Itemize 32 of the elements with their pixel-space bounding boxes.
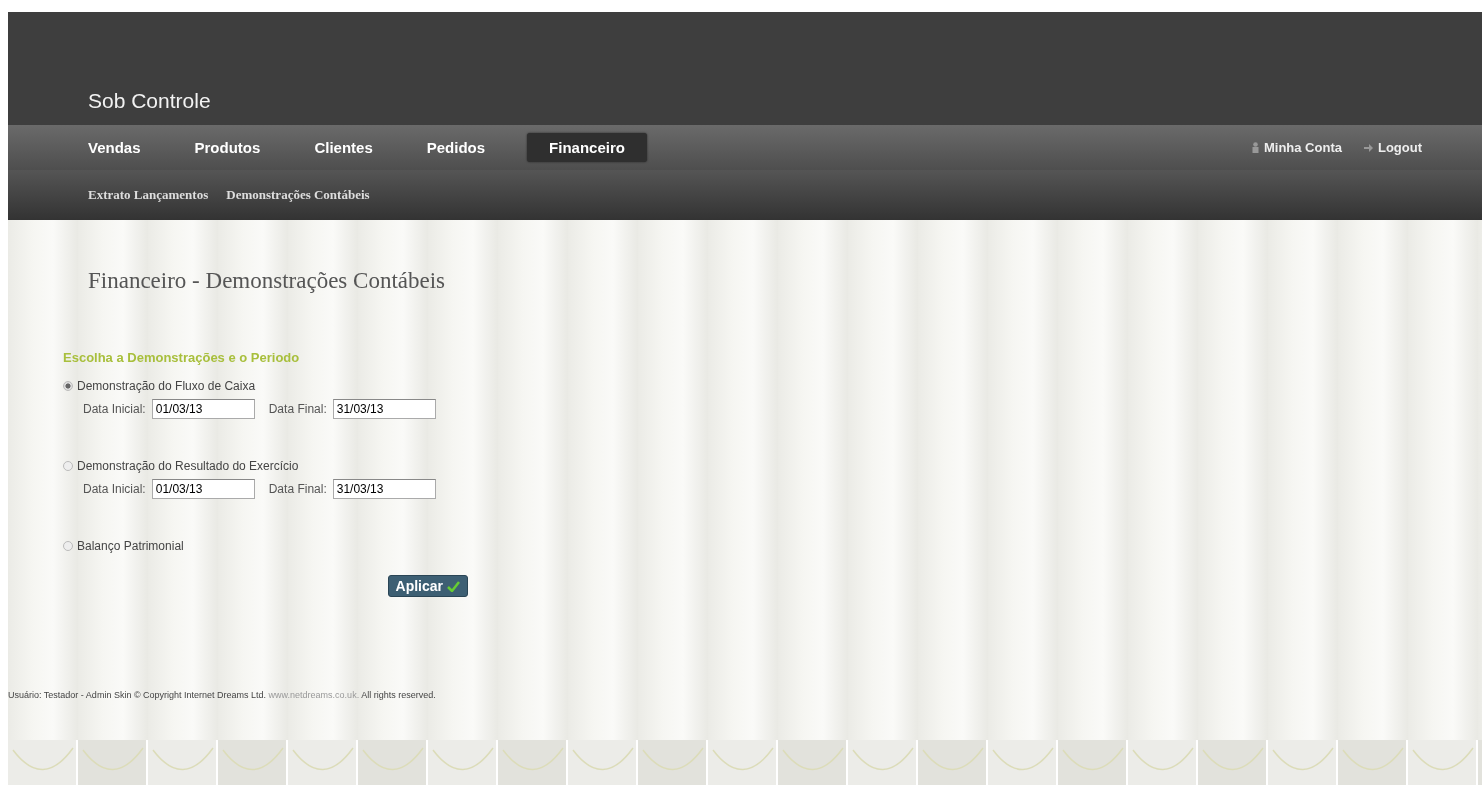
nav-tab[interactable]: Pedidos: [414, 133, 498, 162]
subnav-link[interactable]: Extrato Lançamentos: [88, 187, 209, 203]
date-input[interactable]: 01/03/13: [151, 479, 255, 499]
footer-rights: All rights reserved.: [360, 690, 436, 700]
field-label: Data Inicial:: [83, 482, 146, 496]
radio-label: Demonstração do Resultado do Exercício: [77, 459, 299, 473]
user-icon: [1251, 142, 1259, 153]
account-link[interactable]: Minha Conta: [1251, 140, 1342, 155]
brand-title: Sob Controle: [88, 89, 211, 113]
radio-label: Balanço Patrimonial: [77, 539, 184, 553]
radio-button[interactable]: [63, 461, 73, 471]
section-title: Escolha a Demonstrações e o Periodo: [63, 350, 301, 365]
check-icon: [447, 580, 460, 592]
nav-tab[interactable]: Vendas: [76, 133, 153, 162]
field-label: Data Final:: [268, 482, 327, 496]
footer-text: Usuário: Testador - Admin Skin © Copyright Internet Dreams Ltd.: [8, 690, 268, 700]
arrow-icon: [1363, 143, 1373, 152]
radio-button[interactable]: [63, 381, 73, 391]
date-input[interactable]: 01/03/13: [151, 399, 255, 419]
apply-button[interactable]: Aplicar: [387, 575, 468, 597]
page-title: Financeiro - Demonstrações Contábeis: [88, 268, 447, 294]
field-label: Data Final:: [268, 402, 327, 416]
subnav-link[interactable]: Demonstrações Contábeis: [226, 187, 370, 203]
date-input[interactable]: 31/03/13: [332, 399, 436, 419]
nav-tab[interactable]: Financeiro: [527, 133, 647, 162]
radio-label: Demonstração do Fluxo de Caixa: [77, 379, 256, 393]
field-label: Data Inicial:: [83, 402, 146, 416]
logout-link[interactable]: Logout: [1363, 140, 1422, 155]
radio-button[interactable]: [63, 541, 73, 551]
nav-tab[interactable]: Produtos: [182, 133, 273, 162]
nav-tab[interactable]: Clientes: [302, 133, 385, 162]
date-input[interactable]: 31/03/13: [332, 479, 436, 499]
